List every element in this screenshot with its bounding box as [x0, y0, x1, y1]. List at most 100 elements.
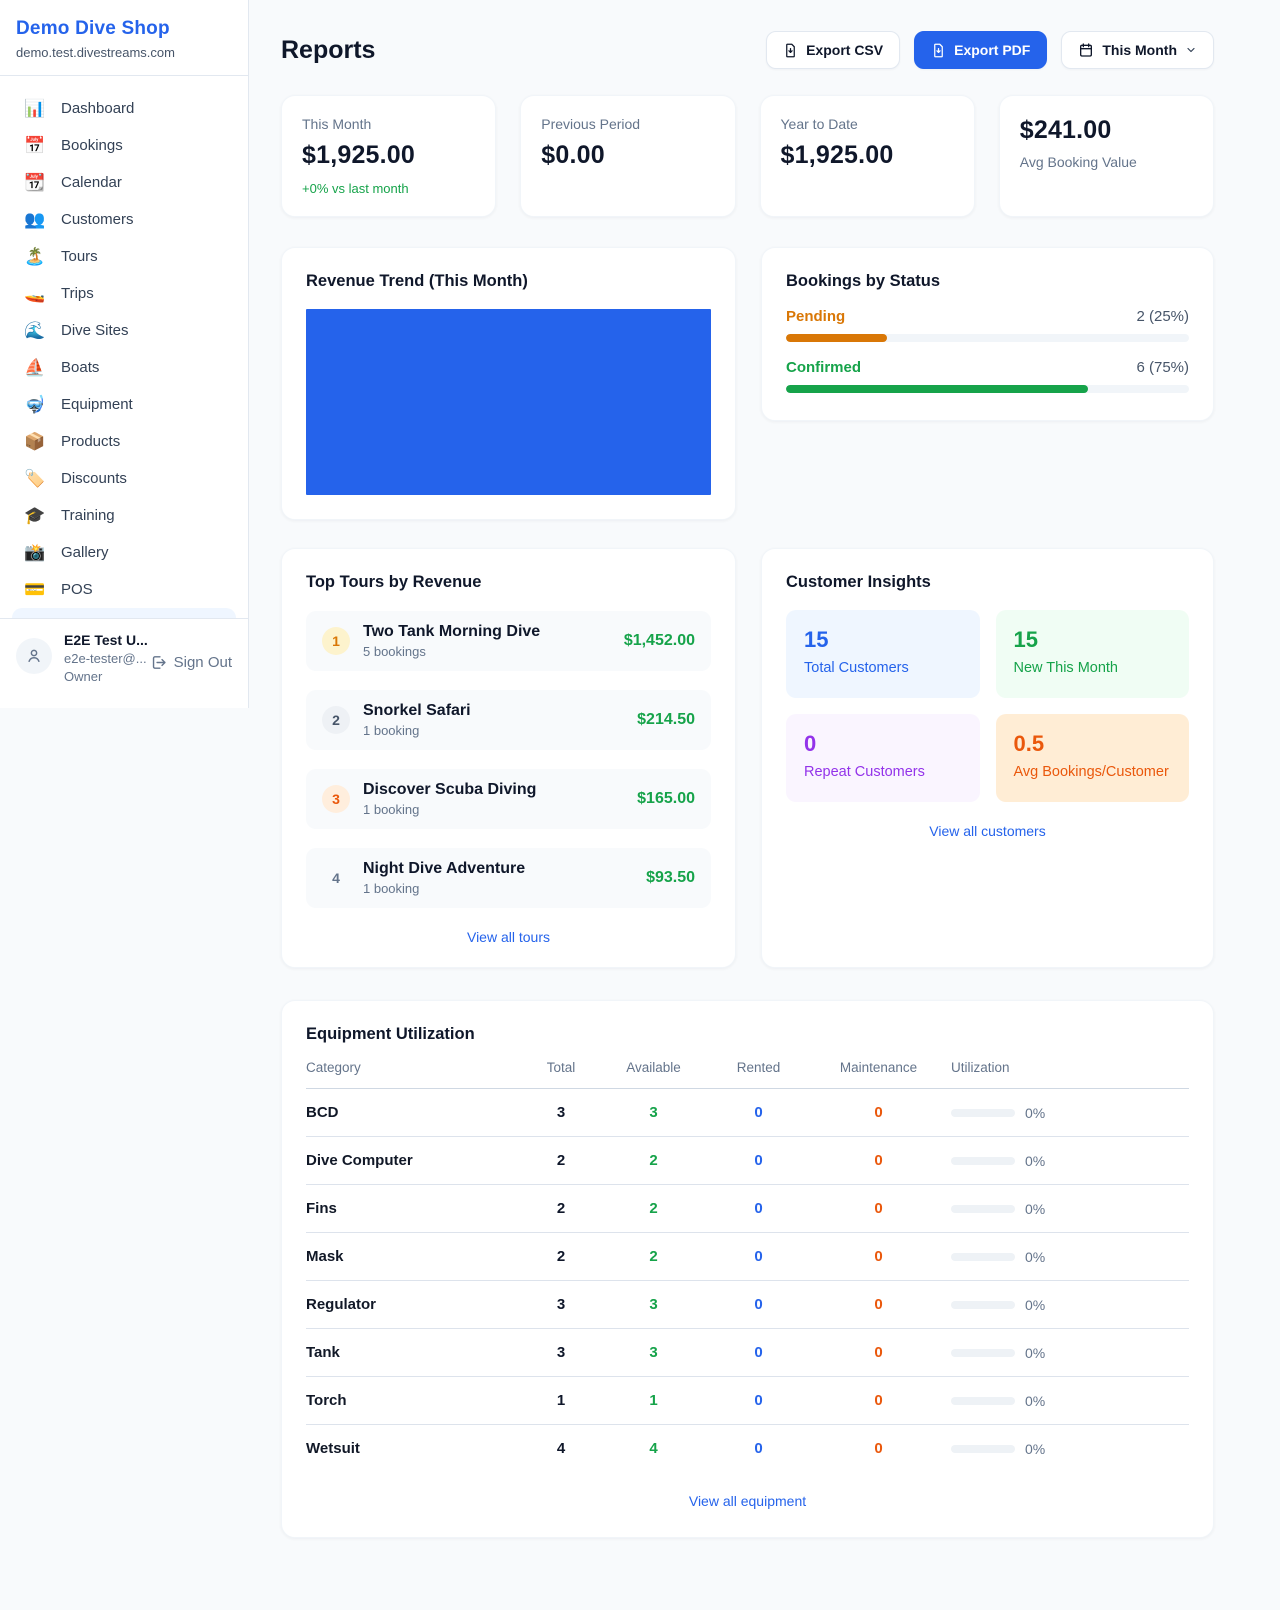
sidebar-item-bookings[interactable]: 📅 Bookings: [12, 127, 236, 164]
tours-icon: 🏝️: [24, 248, 46, 265]
utilization-bar-track: [951, 1397, 1015, 1405]
sidebar-item-gallery[interactable]: 📸 Gallery: [12, 534, 236, 571]
insight-label: Repeat Customers: [804, 764, 962, 780]
export-pdf-label: Export PDF: [954, 42, 1030, 58]
dashboard-icon: 📊: [24, 100, 46, 117]
insight-value: 15: [804, 627, 962, 653]
sidebar-item-label: Calendar: [61, 174, 122, 191]
available-cell: 3: [606, 1104, 701, 1121]
view-all-tours-link[interactable]: View all tours: [306, 929, 711, 945]
sidebar-item-training[interactable]: 🎓 Training: [12, 497, 236, 534]
status-bar-fill: [786, 334, 887, 342]
sign-out-button[interactable]: Sign Out: [150, 654, 232, 671]
view-all-equipment-link[interactable]: View all equipment: [306, 1493, 1189, 1509]
export-csv-button[interactable]: Export CSV: [766, 31, 900, 69]
sidebar-item-equipment[interactable]: 🤿 Equipment: [12, 386, 236, 423]
utilization-cell: 0%: [951, 1345, 1189, 1361]
user-email: e2e-tester@...: [64, 651, 138, 666]
status-label: Pending: [786, 308, 845, 325]
file-download-icon: [931, 43, 946, 58]
available-cell: 3: [606, 1344, 701, 1361]
top-tours-title: Top Tours by Revenue: [306, 573, 711, 592]
utilization-pct: 0%: [1025, 1393, 1045, 1409]
tour-name: Two Tank Morning Dive: [363, 623, 624, 641]
sidebar-item-pos[interactable]: 💳 POS: [12, 571, 236, 608]
utilization-bar-track: [951, 1445, 1015, 1453]
status-count: 2 (25%): [1136, 308, 1189, 325]
utilization-cell: 0%: [951, 1441, 1189, 1457]
gallery-icon: 📸: [24, 544, 46, 561]
sidebar-item-products[interactable]: 📦 Products: [12, 423, 236, 460]
tour-bookings: 1 booking: [363, 881, 646, 896]
utilization-pct: 0%: [1025, 1105, 1045, 1121]
category-cell: Tank: [306, 1344, 516, 1361]
rented-cell: 0: [711, 1152, 806, 1169]
tour-revenue: $165.00: [637, 790, 695, 808]
bookings-by-status-card: Bookings by Status Pending 2 (25%) Confi…: [761, 247, 1214, 421]
utilization-bar-track: [951, 1253, 1015, 1261]
sidebar-item-label: Boats: [61, 359, 99, 376]
equipment-icon: 🤿: [24, 396, 46, 413]
maintenance-cell: 0: [816, 1200, 941, 1217]
column-header-rented: Rented: [711, 1060, 806, 1075]
rank-badge: 3: [322, 785, 350, 813]
insight-label: New This Month: [1014, 660, 1172, 676]
tour-revenue: $214.50: [637, 711, 695, 729]
sidebar-item-label: Dive Sites: [61, 322, 129, 339]
column-header-total: Total: [526, 1060, 596, 1075]
main-content: Reports Export CSV Export PDF This Month…: [249, 0, 1280, 1578]
file-download-icon: [783, 43, 798, 58]
sign-out-icon: [150, 654, 167, 671]
total-cell: 3: [526, 1104, 596, 1121]
export-pdf-button[interactable]: Export PDF: [914, 31, 1047, 69]
stat-card-year-to-date: Year to Date $1,925.00: [760, 95, 975, 217]
bookings-icon: 📅: [24, 137, 46, 154]
status-row-pending: Pending 2 (25%): [786, 308, 1189, 342]
sidebar-item-calendar[interactable]: 📆 Calendar: [12, 164, 236, 201]
stat-card-this-month: This Month $1,925.00 +0% vs last month: [281, 95, 496, 217]
available-cell: 4: [606, 1440, 701, 1457]
utilization-bar-track: [951, 1301, 1015, 1309]
sidebar-item-label: Dashboard: [61, 100, 134, 117]
trips-icon: 🚤: [24, 285, 46, 302]
sidebar-item-discounts[interactable]: 🏷️ Discounts: [12, 460, 236, 497]
sidebar-item-customers[interactable]: 👥 Customers: [12, 201, 236, 238]
sidebar-user-panel: E2E Test U... e2e-tester@... Owner Sign …: [0, 618, 248, 692]
sidebar-item-dashboard[interactable]: 📊 Dashboard: [12, 90, 236, 127]
sidebar-item-label: Products: [61, 433, 120, 450]
tour-bookings: 1 booking: [363, 723, 637, 738]
sidebar-header: Demo Dive Shop demo.test.divestreams.com: [0, 0, 248, 76]
table-row: Tank 3 3 0 0 0%: [306, 1329, 1189, 1377]
calendar-icon: 📆: [24, 174, 46, 191]
sidebar-item-trips[interactable]: 🚤 Trips: [12, 275, 236, 312]
insight-label: Avg Bookings/Customer: [1014, 764, 1172, 780]
period-dropdown[interactable]: This Month: [1061, 31, 1214, 69]
maintenance-cell: 0: [816, 1248, 941, 1265]
rented-cell: 0: [711, 1344, 806, 1361]
column-header-utilization: Utilization: [951, 1060, 1189, 1075]
column-header-category: Category: [306, 1060, 516, 1075]
sidebar-item-label: Bookings: [61, 137, 123, 154]
category-cell: Fins: [306, 1200, 516, 1217]
stat-label: Avg Booking Value: [1020, 154, 1193, 170]
status-bar-fill: [786, 385, 1088, 393]
insight-value: 15: [1014, 627, 1172, 653]
user-info: E2E Test U... e2e-tester@... Owner: [64, 632, 138, 684]
customers-icon: 👥: [24, 211, 46, 228]
sidebar-item-dive-sites[interactable]: 🌊 Dive Sites: [12, 312, 236, 349]
tour-row: 4 Night Dive Adventure 1 booking $93.50: [306, 848, 711, 908]
insight-tile-avg-bookings: 0.5 Avg Bookings/Customer: [996, 714, 1190, 802]
sign-out-label: Sign Out: [174, 654, 232, 671]
utilization-bar-track: [951, 1157, 1015, 1165]
stat-value: $1,925.00: [302, 141, 475, 170]
view-all-customers-link[interactable]: View all customers: [786, 823, 1189, 839]
rented-cell: 0: [711, 1248, 806, 1265]
shop-title: Demo Dive Shop: [16, 18, 232, 40]
sidebar-item-tours[interactable]: 🏝️ Tours: [12, 238, 236, 275]
total-cell: 2: [526, 1200, 596, 1217]
equipment-table: Category Total Available Rented Maintena…: [306, 1060, 1189, 1472]
category-cell: Dive Computer: [306, 1152, 516, 1169]
sidebar-item-boats[interactable]: ⛵ Boats: [12, 349, 236, 386]
maintenance-cell: 0: [816, 1440, 941, 1457]
revenue-trend-title: Revenue Trend (This Month): [306, 272, 711, 291]
